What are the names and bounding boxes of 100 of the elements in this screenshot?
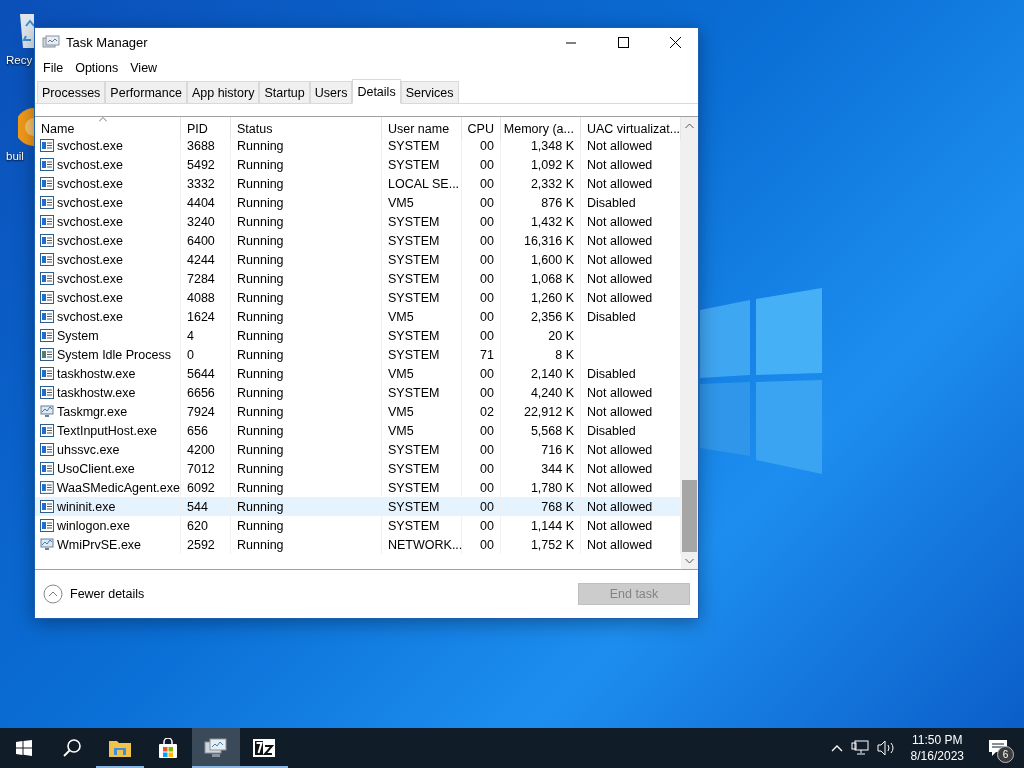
clock-time[interactable]: 11:50 PM <box>912 732 963 748</box>
table-cell: VM5 <box>382 364 462 383</box>
table-cell: 0 <box>181 345 231 364</box>
shopping-bag-icon[interactable] <box>158 738 178 758</box>
table-cell: 00 <box>462 421 501 440</box>
chevron-up-icon[interactable] <box>830 744 843 752</box>
table-cell: 7924 <box>181 402 231 421</box>
table-cell: SYSTEM <box>382 250 462 269</box>
table-cell: Running <box>231 535 382 554</box>
window-icon <box>40 291 54 304</box>
table-cell: SYSTEM <box>382 459 462 478</box>
menu-item[interactable]: File <box>37 61 70 75</box>
process-name: uhssvc.exe <box>57 442 120 457</box>
process-name: wininit.exe <box>57 499 116 514</box>
table-cell: 00 <box>462 269 501 288</box>
column-header[interactable]: Status <box>231 117 382 140</box>
window-icon <box>40 500 54 513</box>
table-cell: 00 <box>462 364 501 383</box>
start-icon[interactable] <box>16 740 32 756</box>
table-cell: 1624 <box>181 307 231 326</box>
window-icon <box>40 196 54 209</box>
tab[interactable]: Processes <box>37 81 106 103</box>
tab[interactable]: Details <box>352 79 401 104</box>
table-cell: SYSTEM <box>382 136 462 155</box>
clock-date[interactable]: 8/16/2023 <box>910 748 964 764</box>
table-cell: 00 <box>462 212 501 231</box>
process-name: svchost.exe <box>57 157 123 172</box>
column-header[interactable]: CPU <box>462 117 501 140</box>
process-name: taskhostw.exe <box>57 385 136 400</box>
process-name: svchost.exe <box>57 138 123 153</box>
process-name: WmiPrvSE.exe <box>57 537 142 552</box>
window-icon <box>40 158 54 171</box>
scrollbar[interactable] <box>681 117 698 569</box>
table-cell: SYSTEM <box>382 231 462 250</box>
table-cell: 02 <box>462 402 501 421</box>
table-cell: 4200 <box>181 440 231 459</box>
menu-item[interactable]: Options <box>69 61 125 75</box>
tab[interactable]: Startup <box>259 81 310 103</box>
table-cell: Not allowed <box>581 497 681 516</box>
table-cell: Running <box>231 174 382 193</box>
monitor-icon[interactable] <box>204 738 228 758</box>
tab[interactable]: Services <box>400 81 459 103</box>
table-cell: 6656 <box>181 383 231 402</box>
tab[interactable]: Users <box>309 81 353 103</box>
window-icon <box>40 253 54 266</box>
process-name: taskhostw.exe <box>57 366 136 381</box>
process-name: svchost.exe <box>57 309 123 324</box>
table-cell: 00 <box>462 307 501 326</box>
table-cell: Running <box>231 155 382 174</box>
close-icon <box>669 37 681 48</box>
search-icon[interactable] <box>62 738 82 758</box>
desktop-icon-label[interactable]: Recy <box>6 54 33 66</box>
tab[interactable]: Performance <box>105 81 187 103</box>
table-cell: SYSTEM <box>382 440 462 459</box>
table-cell: 00 <box>462 250 501 269</box>
table-cell: 00 <box>462 155 501 174</box>
process-name: svchost.exe <box>57 214 123 229</box>
table-cell: 344 K <box>501 459 581 478</box>
table-cell: Running <box>231 212 382 231</box>
speaker-icon[interactable] <box>876 740 897 756</box>
table-cell: Running <box>231 193 382 212</box>
menu-item[interactable]: View <box>124 61 164 75</box>
scrollbar-thumb[interactable] <box>682 480 697 552</box>
table-cell: 620 <box>181 516 231 535</box>
table-cell: 4088 <box>181 288 231 307</box>
window-icon <box>40 481 54 494</box>
table-cell: 00 <box>462 136 501 155</box>
table-cell: 71 <box>462 345 501 364</box>
table-cell: 2,356 K <box>501 307 581 326</box>
process-name: svchost.exe <box>57 271 123 286</box>
table-cell: 4244 <box>181 250 231 269</box>
table-cell: VM5 <box>382 402 462 421</box>
maximize-icon <box>617 37 629 48</box>
table-cell: 1,348 K <box>501 136 581 155</box>
fewer-details-label[interactable]: Fewer details <box>70 587 145 601</box>
table-cell: 5644 <box>181 364 231 383</box>
column-header[interactable]: Memory (a... <box>501 117 581 140</box>
column-header[interactable]: User name <box>382 117 462 140</box>
table-cell: Running <box>231 288 382 307</box>
process-name: svchost.exe <box>57 176 123 191</box>
window-icon <box>40 272 54 285</box>
desktop-icon-label[interactable]: buil <box>6 150 24 162</box>
table-cell: 1,600 K <box>501 250 581 269</box>
window-icon <box>40 386 54 399</box>
network-icon[interactable] <box>850 740 869 756</box>
process-name: svchost.exe <box>57 233 123 248</box>
table-cell: 00 <box>462 288 501 307</box>
process-name: winlogon.exe <box>57 518 130 533</box>
table-cell: 2,140 K <box>501 364 581 383</box>
clock[interactable]: 11:50 PM 8/16/2023 <box>904 732 970 764</box>
table-cell: 7012 <box>181 459 231 478</box>
table-cell: Running <box>231 269 382 288</box>
table-cell: 00 <box>462 459 501 478</box>
archive-icon[interactable] <box>253 739 275 757</box>
folder-icon[interactable] <box>109 739 131 757</box>
table-cell: 3240 <box>181 212 231 231</box>
fewer-details-toggle[interactable]: Fewer details <box>43 584 145 604</box>
table-cell: 00 <box>462 535 501 554</box>
column-header[interactable]: PID <box>181 117 231 140</box>
tab[interactable]: App history <box>186 81 260 103</box>
